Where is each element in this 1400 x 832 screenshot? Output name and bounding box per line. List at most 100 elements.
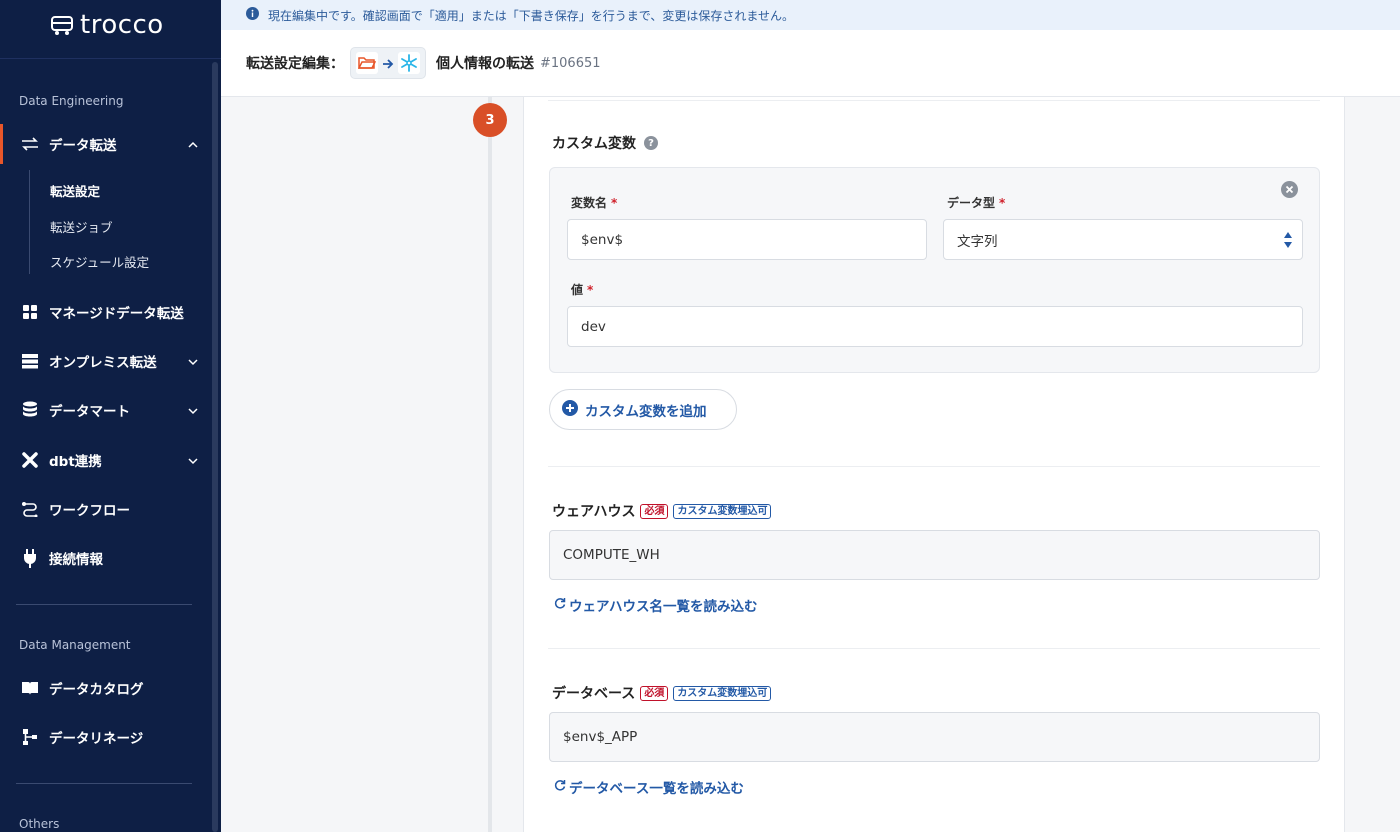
folder-icon: [356, 52, 378, 74]
custom-vars-title: カスタム変数 ?: [552, 133, 658, 153]
sidebar-item-label: ワークフロー: [49, 503, 130, 519]
add-custom-var-button[interactable]: カスタム変数を追加: [549, 389, 737, 430]
refresh-icon: [554, 779, 566, 795]
database-title: データベース 必須 カスタム変数埋込可: [552, 683, 772, 703]
sidebar: trocco Data Engineering データ転送 転送設定 転送ジョブ…: [0, 0, 221, 832]
custom-vars-title-text: カスタム変数: [552, 136, 636, 152]
refresh-icon: [554, 597, 566, 613]
lineage-icon: [20, 727, 40, 747]
page-header: 転送設定編集： 個人情報の転送 #106651: [221, 30, 1400, 97]
chevron-down-icon: [188, 404, 198, 420]
sidebar-item-label: データカタログ: [49, 682, 144, 698]
submenu-line: [29, 170, 30, 274]
load-database-label: データベース一覧を読み込む: [569, 781, 744, 797]
section-divider: [548, 648, 1320, 649]
var-type-selected: 文字列: [957, 233, 998, 250]
sidebar-scrollbar[interactable]: [212, 62, 218, 832]
transfer-icon: [20, 134, 40, 154]
sidebar-item-connections[interactable]: 接続情報: [0, 538, 210, 578]
var-type-label-text: データ型: [947, 196, 996, 210]
plug-icon: [20, 548, 40, 568]
grid-icon: [20, 302, 40, 322]
sidebar-item-label: データ転送: [49, 138, 117, 154]
arrow-right-icon: [382, 54, 394, 73]
sidebar-item-label: オンプレミス転送: [49, 355, 157, 371]
database-icon: [20, 400, 40, 420]
dbt-icon: [20, 450, 40, 470]
server-icon: [20, 351, 40, 371]
database-input[interactable]: $env$_APP: [549, 712, 1320, 762]
help-icon[interactable]: ?: [644, 136, 658, 150]
sidebar-divider: [16, 604, 192, 605]
select-arrows-icon: [1284, 231, 1292, 249]
warehouse-title-text: ウェアハウス: [552, 504, 636, 520]
chevron-up-icon: [188, 138, 198, 154]
var-name-label-text: 変数名: [571, 196, 608, 210]
sidebar-item-label: マネージドデータ転送: [49, 306, 184, 322]
sidebar-item-label: データリネージ: [49, 731, 144, 747]
sidebar-sub-schedule[interactable]: スケジュール設定: [50, 252, 149, 271]
page-title: 個人情報の転送: [436, 56, 534, 72]
info-icon: [246, 7, 259, 23]
page-label: 転送設定編集：: [246, 56, 344, 72]
book-icon: [20, 678, 40, 698]
load-database-link[interactable]: データベース一覧を読み込む: [554, 777, 744, 797]
panel-divider: [548, 100, 1320, 101]
required-mark: *: [999, 196, 1006, 210]
sidebar-divider: [0, 58, 221, 59]
var-embed-badge: カスタム変数埋込可: [673, 503, 772, 519]
workflow-icon: [20, 499, 40, 519]
var-name-label: 変数名 *: [571, 194, 617, 211]
database-title-text: データベース: [552, 686, 636, 702]
sidebar-sub-transfer-jobs[interactable]: 転送ジョブ: [50, 217, 113, 236]
settings-panel: カスタム変数 ? 変数名 * $env$ データ型 * 文字列 値 * dev カスタ…: [523, 97, 1345, 832]
required-badge: 必須: [640, 685, 669, 701]
custom-var-card: 変数名 * $env$ データ型 * 文字列 値 * dev: [549, 167, 1320, 373]
var-embed-badge: カスタム変数埋込可: [673, 685, 772, 701]
required-badge: 必須: [640, 503, 669, 519]
sidebar-item-label: データマート: [49, 404, 130, 420]
load-warehouse-label: ウェアハウス名一覧を読み込む: [569, 599, 758, 615]
sidebar-item-dbt[interactable]: dbt連携: [0, 440, 210, 480]
var-name-input[interactable]: $env$: [567, 219, 927, 260]
var-type-select[interactable]: 文字列: [943, 219, 1303, 260]
warehouse-title: ウェアハウス 必須 カスタム変数埋込可: [552, 501, 772, 521]
required-mark: *: [587, 283, 594, 297]
sidebar-item-label: 接続情報: [49, 552, 103, 568]
warehouse-input[interactable]: COMPUTE_WH: [549, 530, 1320, 580]
sidebar-item-label: dbt連携: [49, 454, 102, 470]
truck-icon: [51, 16, 73, 35]
var-value-label: 値 *: [571, 281, 593, 298]
var-type-label: データ型 *: [947, 194, 1005, 211]
sidebar-divider: [16, 783, 192, 784]
required-mark: *: [611, 196, 618, 210]
chevron-down-icon: [188, 355, 198, 371]
section-data-engineering: Data Engineering: [19, 94, 124, 108]
plus-circle-icon: [562, 399, 578, 420]
sidebar-item-data-catalog[interactable]: データカタログ: [0, 668, 210, 708]
section-data-management: Data Management: [19, 638, 131, 652]
step-number-badge: 3: [473, 103, 507, 137]
step-timeline: [488, 97, 492, 832]
section-divider: [548, 466, 1320, 467]
load-warehouse-link[interactable]: ウェアハウス名一覧を読み込む: [554, 595, 757, 615]
sidebar-item-managed-transfer[interactable]: マネージドデータ転送: [0, 292, 210, 332]
info-text: 現在編集中です。確認画面で「適用」または「下書き保存」を行うまで、変更は保存され…: [268, 8, 794, 23]
remove-var-icon[interactable]: [1281, 181, 1298, 202]
sidebar-item-datamart[interactable]: データマート: [0, 390, 210, 430]
section-others: Others: [19, 817, 60, 831]
sidebar-item-data-lineage[interactable]: データリネージ: [0, 717, 210, 757]
config-id: #106651: [540, 55, 601, 71]
add-custom-var-label: カスタム変数を追加: [585, 403, 707, 420]
var-value-input[interactable]: dev: [567, 306, 1303, 347]
var-value-label-text: 値: [571, 283, 584, 297]
logo-text: trocco: [80, 10, 164, 40]
chevron-down-icon: [188, 454, 198, 470]
sidebar-sub-transfer-settings[interactable]: 転送設定: [50, 181, 100, 200]
sidebar-item-onpremise[interactable]: オンプレミス転送: [0, 341, 210, 381]
editing-info-bar: 現在編集中です。確認画面で「適用」または「下書き保存」を行うまで、変更は保存され…: [221, 0, 1400, 30]
sidebar-item-data-transfer[interactable]: データ転送: [0, 124, 210, 164]
sidebar-item-workflow[interactable]: ワークフロー: [0, 489, 210, 529]
transfer-flow-badge: [350, 47, 426, 79]
trocco-logo[interactable]: trocco: [0, 0, 221, 50]
